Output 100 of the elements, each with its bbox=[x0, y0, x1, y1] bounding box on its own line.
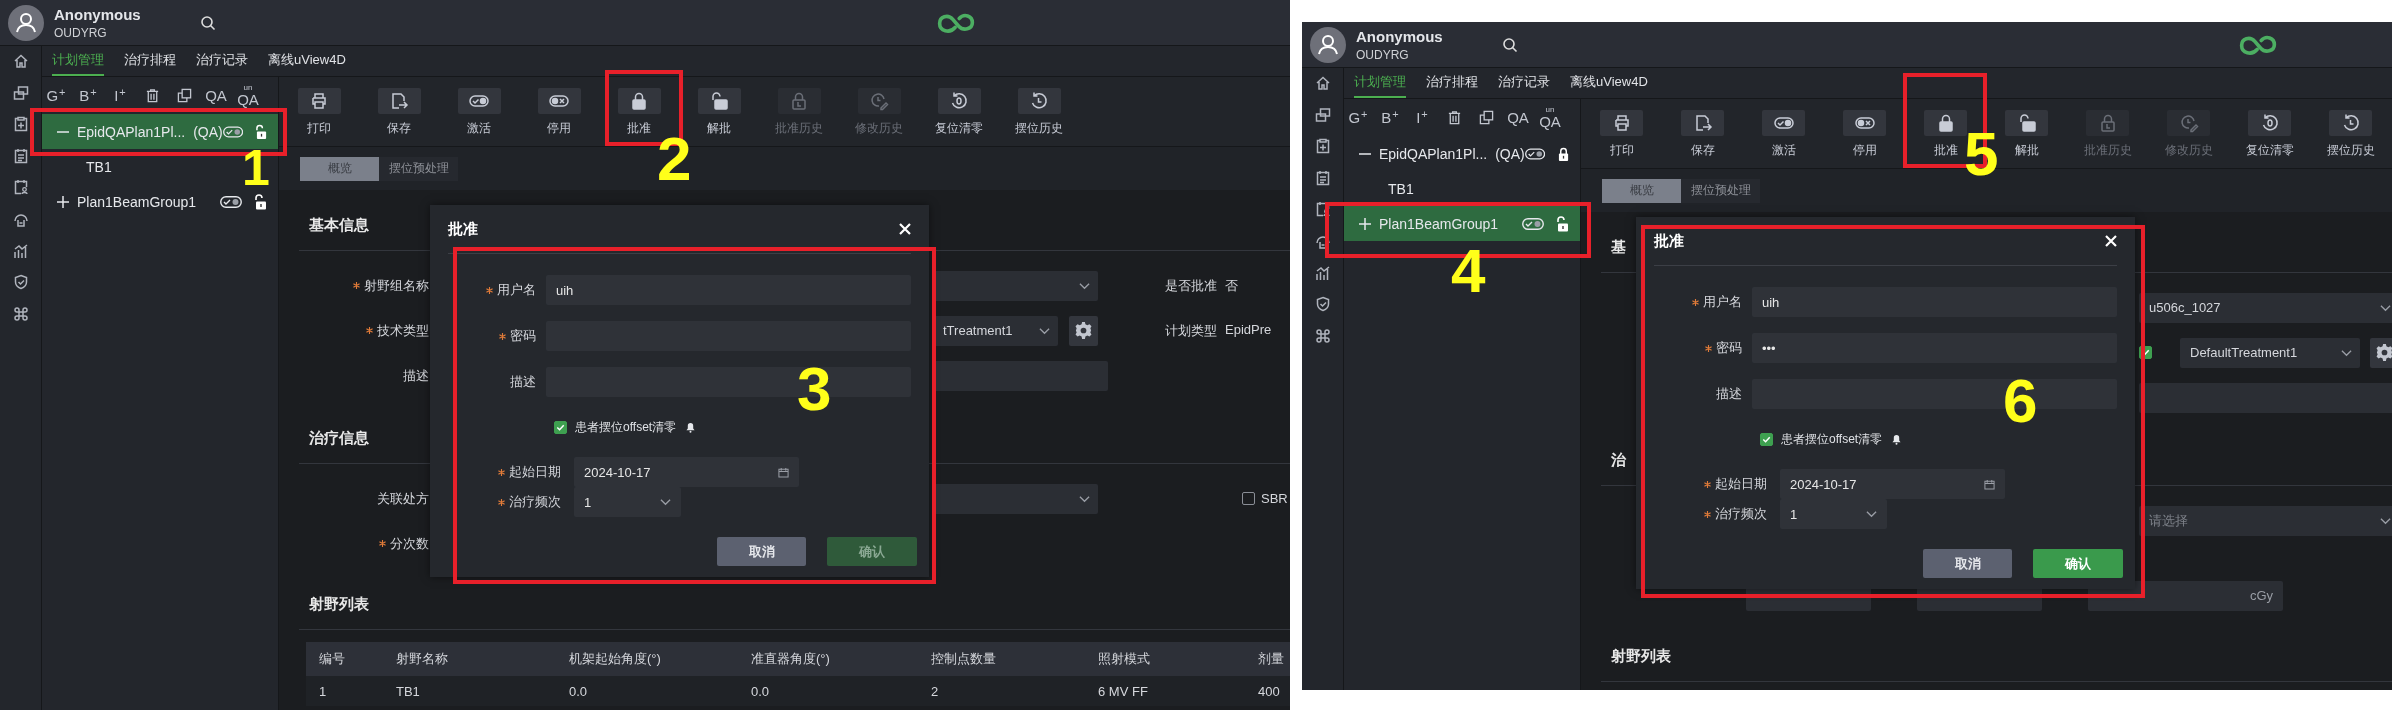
cancel-button[interactable]: 取消 bbox=[717, 537, 806, 566]
nav-tab[interactable]: 治疗记录 bbox=[196, 46, 248, 76]
date-field[interactable]: 2024-10-17 bbox=[574, 457, 799, 487]
add-button[interactable]: G$^{+}$ bbox=[42, 87, 70, 104]
copy-icon[interactable] bbox=[176, 88, 192, 103]
toolbar-button[interactable]: 复位清零 bbox=[2229, 99, 2310, 168]
un-qa-button[interactable]: un QA bbox=[1536, 106, 1564, 129]
lock-icon[interactable] bbox=[1557, 145, 1569, 162]
table-cell-text: TB1 bbox=[395, 683, 421, 699]
toggle-check-icon[interactable] bbox=[222, 125, 243, 138]
search-icon[interactable] bbox=[200, 14, 216, 31]
select-field[interactable]: 1 bbox=[1780, 499, 1887, 529]
copy-icon[interactable] bbox=[1478, 110, 1494, 125]
checkbox[interactable] bbox=[1242, 492, 1255, 505]
nav-tab[interactable]: 离线uView4D bbox=[268, 46, 346, 76]
callout-number: 6 bbox=[2003, 370, 2038, 432]
shield-check-icon[interactable] bbox=[12, 274, 29, 291]
select-field[interactable] bbox=[933, 270, 1098, 301]
avatar-icon[interactable] bbox=[8, 4, 44, 41]
document-icon[interactable] bbox=[1314, 169, 1331, 186]
select-field[interactable]: u506c_1027 bbox=[2139, 292, 2392, 323]
toggle-check-icon[interactable] bbox=[1524, 147, 1545, 160]
calendar-person-icon[interactable] bbox=[1314, 201, 1331, 218]
add-button[interactable]: B$^{+}$ bbox=[74, 87, 102, 104]
toggle-check-icon[interactable] bbox=[220, 195, 242, 208]
tree-row[interactable]: EpidQAPlan1Pl... (QA) bbox=[1344, 136, 1580, 171]
select-field[interactable]: 请选择 bbox=[2139, 505, 2392, 536]
settings-button[interactable] bbox=[1069, 315, 1098, 346]
clipboard-plus-icon[interactable] bbox=[1314, 138, 1331, 155]
confirm-button[interactable]: 确认 bbox=[2033, 549, 2123, 578]
select-field[interactable] bbox=[933, 483, 1098, 514]
tree-row[interactable]: TB1 bbox=[42, 149, 118, 184]
bar-chart-icon[interactable] bbox=[12, 242, 29, 259]
unlock-icon[interactable] bbox=[1557, 215, 1569, 232]
input-field[interactable]: uih bbox=[1752, 287, 2117, 317]
close-icon[interactable] bbox=[2105, 235, 2117, 247]
toolbar-button[interactable]: 打印 bbox=[1581, 99, 1662, 168]
toolbar-button[interactable]: 摆位历史 bbox=[2310, 99, 2391, 168]
tree-row[interactable]: Plan1BeamGroup1 bbox=[1344, 206, 1580, 241]
add-button[interactable]: I$^{+}$ bbox=[1408, 109, 1436, 126]
add-button[interactable]: G$^{+}$ bbox=[1344, 109, 1372, 126]
checkbox[interactable] bbox=[554, 420, 567, 434]
toolbar-button[interactable]: 摆位历史 bbox=[999, 77, 1079, 146]
plus-icon[interactable] bbox=[1359, 217, 1371, 230]
document-icon[interactable] bbox=[12, 147, 29, 164]
toolbar-button[interactable]: 复位清零 bbox=[919, 77, 999, 146]
un-qa-button[interactable]: un QA bbox=[234, 84, 262, 107]
toolbar-button[interactable]: 保存 bbox=[359, 77, 439, 146]
calendar-person-icon[interactable] bbox=[12, 179, 29, 196]
unlock-icon[interactable] bbox=[255, 123, 267, 140]
home-icon[interactable] bbox=[1314, 75, 1331, 91]
unlock-icon[interactable] bbox=[255, 193, 267, 210]
toggle-check-icon[interactable] bbox=[1522, 217, 1544, 230]
qa-button[interactable]: QA bbox=[202, 87, 230, 104]
date-field[interactable]: 2024-10-17 bbox=[1780, 469, 2005, 499]
settings-button[interactable] bbox=[2370, 337, 2392, 368]
toolbar-button[interactable]: 停用 bbox=[519, 77, 599, 146]
tree-row[interactable]: Plan1BeamGroup1 bbox=[42, 184, 278, 219]
table-row[interactable]: 1 TB1 0.0 0.0 2 6 MV FF 400 bbox=[306, 676, 1290, 706]
chevron-down-icon bbox=[1079, 281, 1090, 290]
document-arrow-icon bbox=[389, 91, 409, 111]
cancel-button[interactable]: 取消 bbox=[1923, 549, 2012, 578]
sub-tab[interactable]: 摆位预处理 bbox=[379, 156, 458, 181]
search-icon[interactable] bbox=[1502, 36, 1518, 53]
select-field[interactable]: 1 bbox=[574, 487, 681, 517]
windows-icon[interactable] bbox=[1314, 106, 1331, 123]
close-icon[interactable] bbox=[899, 223, 911, 235]
shield-check-icon[interactable] bbox=[1314, 296, 1331, 313]
sub-tab[interactable]: 摆位预处理 bbox=[1681, 178, 1760, 203]
trash-icon[interactable] bbox=[144, 88, 160, 103]
command-icon[interactable] bbox=[12, 305, 29, 322]
nav-tab[interactable]: 治疗记录 bbox=[1498, 68, 1550, 98]
toolbar-button[interactable]: 激活 bbox=[439, 77, 519, 146]
input-field[interactable]: uih bbox=[546, 275, 911, 305]
tree-row[interactable]: TB1 bbox=[1344, 171, 1420, 206]
home-icon[interactable] bbox=[12, 53, 29, 69]
toolbar-button[interactable]: 停用 bbox=[1824, 99, 1905, 168]
plus-icon[interactable] bbox=[57, 195, 69, 208]
checkbox[interactable] bbox=[1760, 432, 1773, 446]
qa-button[interactable]: QA bbox=[1504, 109, 1532, 126]
toolbar-button[interactable]: 保存 bbox=[1662, 99, 1743, 168]
command-icon[interactable] bbox=[1314, 327, 1331, 344]
add-button[interactable]: B$^{+}$ bbox=[1376, 109, 1404, 126]
windows-icon[interactable] bbox=[12, 84, 29, 101]
select-field[interactable]: tTreatment1 bbox=[933, 315, 1058, 346]
input-field[interactable] bbox=[2139, 382, 2392, 413]
input-field[interactable]: ••• bbox=[1752, 333, 2117, 363]
clipboard-plus-icon[interactable] bbox=[12, 116, 29, 133]
select-field[interactable]: DefaultTreatment1 bbox=[2180, 337, 2360, 368]
bar-chart-icon[interactable] bbox=[1314, 264, 1331, 281]
toolbar-button[interactable]: 激活 bbox=[1743, 99, 1824, 168]
avatar-icon[interactable] bbox=[1310, 26, 1346, 63]
input-field[interactable] bbox=[933, 360, 1108, 391]
nav-tab[interactable]: 治疗排程 bbox=[1426, 68, 1478, 98]
trash-icon[interactable] bbox=[1446, 110, 1462, 125]
nav-tab[interactable]: 离线uView4D bbox=[1570, 68, 1648, 98]
tree-row[interactable]: EpidQAPlan1Pl... (QA) bbox=[42, 114, 278, 149]
toolbar-button[interactable]: 打印 bbox=[279, 77, 359, 146]
nav-tab[interactable]: 治疗排程 bbox=[124, 46, 176, 76]
add-button[interactable]: I$^{+}$ bbox=[106, 87, 134, 104]
